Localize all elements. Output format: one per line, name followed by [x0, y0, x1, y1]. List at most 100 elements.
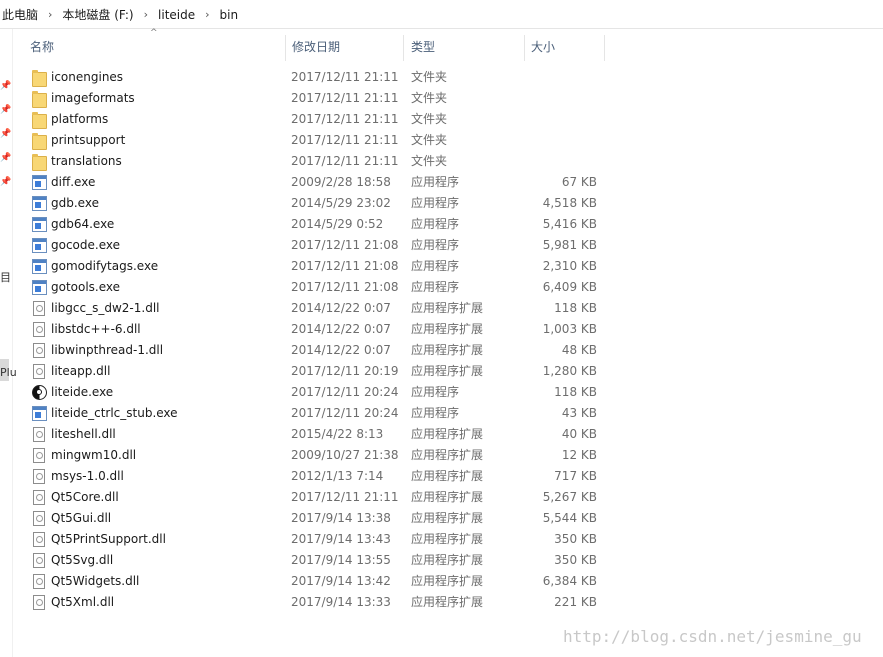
file-row[interactable]: libwinpthread-1.dll 2014/12/22 0:07 应用程序扩展…	[24, 340, 614, 361]
file-size: 1,003 KB	[542, 322, 597, 336]
file-type: 文件夹	[411, 70, 448, 84]
file-name: gomodifytags.exe	[51, 259, 159, 273]
file-size: 350 KB	[554, 532, 597, 546]
pin-icon[interactable]: 📌	[0, 153, 11, 163]
file-modified-date: 2017/9/14 13:55	[291, 553, 391, 567]
breadcrumb-liteide[interactable]: liteide	[156, 8, 197, 22]
file-size: 350 KB	[554, 553, 597, 567]
file-type: 文件夹	[411, 112, 448, 126]
file-modified-date: 2017/9/14 13:43	[291, 532, 391, 546]
file-name: gocode.exe	[51, 238, 120, 252]
file-row[interactable]: Qt5Xml.dll 2017/9/14 13:33 应用程序扩展 221 KB	[24, 592, 614, 613]
file-row[interactable]: gotools.exe 2017/12/11 21:08 应用程序 6,409 KB	[24, 277, 614, 298]
file-row[interactable]: Qt5Svg.dll 2017/9/14 13:55 应用程序扩展 350 KB	[24, 550, 614, 571]
breadcrumb-drive-f[interactable]: 本地磁盘 (F:)	[60, 6, 135, 23]
file-modified-date: 2009/10/27 21:38	[291, 448, 399, 462]
breadcrumb-this-pc[interactable]: 此电脑	[0, 6, 40, 23]
file-type: 文件夹	[411, 91, 448, 105]
file-name: liteide.exe	[51, 385, 114, 399]
file-row[interactable]: iconengines 2017/12/11 21:11 文件夹	[24, 67, 614, 88]
file-size: 4,518 KB	[542, 196, 597, 210]
column-header-date[interactable]: 修改日期	[286, 35, 404, 61]
address-bar[interactable]: 此电脑 › 本地磁盘 (F:) › liteide › bin	[0, 0, 883, 29]
file-modified-date: 2017/12/11 21:11	[291, 91, 399, 105]
file-row[interactable]: Qt5Widgets.dll 2017/9/14 13:42 应用程序扩展 6,384…	[24, 571, 614, 592]
dll-icon	[33, 448, 45, 463]
exe-icon	[32, 259, 47, 274]
file-type: 应用程序扩展	[411, 322, 484, 336]
file-size: 6,384 KB	[542, 574, 597, 588]
folder-icon	[32, 91, 47, 108]
file-row[interactable]: Qt5Gui.dll 2017/9/14 13:38 应用程序扩展 5,544 KB	[24, 508, 614, 529]
file-modified-date: 2017/12/11 21:11	[291, 70, 399, 84]
file-modified-date: 2014/12/22 0:07	[291, 343, 391, 357]
file-modified-date: 2014/5/29 23:02	[291, 196, 391, 210]
file-row[interactable]: gdb64.exe 2014/5/29 0:52 应用程序 5,416 KB	[24, 214, 614, 235]
file-size: 1,280 KB	[542, 364, 597, 378]
chevron-right-icon[interactable]: ›	[40, 8, 60, 21]
file-size: 221 KB	[554, 595, 597, 609]
file-size: 5,267 KB	[542, 490, 597, 504]
file-row[interactable]: gocode.exe 2017/12/11 21:08 应用程序 5,981 KB	[24, 235, 614, 256]
file-modified-date: 2017/12/11 20:24	[291, 385, 399, 399]
breadcrumb-bin[interactable]: bin	[218, 8, 241, 22]
file-row[interactable]: gdb.exe 2014/5/29 23:02 应用程序 4,518 KB	[24, 193, 614, 214]
file-modified-date: 2017/12/11 21:08	[291, 280, 399, 294]
column-header-type[interactable]: 类型	[405, 35, 525, 61]
file-row[interactable]: imageformats 2017/12/11 21:11 文件夹	[24, 88, 614, 109]
nav-item-fragment[interactable]: 目	[0, 269, 11, 285]
file-row[interactable]: Qt5PrintSupport.dll 2017/9/14 13:43 应用程序扩展…	[24, 529, 614, 550]
file-modified-date: 2017/12/11 20:19	[291, 364, 399, 378]
file-row[interactable]: liteide.exe 2017/12/11 20:24 应用程序 118 KB	[24, 382, 614, 403]
file-row[interactable]: printsupport 2017/12/11 21:11 文件夹	[24, 130, 614, 151]
file-name: liteshell.dll	[51, 427, 116, 441]
pin-icon[interactable]: 📌	[0, 129, 11, 139]
pin-icon[interactable]: 📌	[0, 81, 11, 91]
file-size: 118 KB	[554, 301, 597, 315]
file-row[interactable]: translations 2017/12/11 21:11 文件夹	[24, 151, 614, 172]
pin-icon[interactable]: 📌	[0, 177, 11, 187]
column-header-name[interactable]: 名称	[24, 35, 286, 61]
file-row[interactable]: mingwm10.dll 2009/10/27 21:38 应用程序扩展 12 KB	[24, 445, 614, 466]
column-header-size[interactable]: 大小	[525, 35, 605, 61]
file-modified-date: 2017/12/11 21:11	[291, 133, 399, 147]
file-name: diff.exe	[51, 175, 96, 189]
file-size: 43 KB	[561, 406, 597, 420]
exe-icon	[32, 196, 47, 211]
file-row[interactable]: libstdc++-6.dll 2014/12/22 0:07 应用程序扩展 1,00…	[24, 319, 614, 340]
file-row[interactable]: gomodifytags.exe 2017/12/11 21:08 应用程序 2,31…	[24, 256, 614, 277]
nav-item-fragment[interactable]: Plu	[0, 366, 17, 379]
file-type: 应用程序	[411, 259, 460, 273]
file-row[interactable]: msys-1.0.dll 2012/1/13 7:14 应用程序扩展 717 KB	[24, 466, 614, 487]
file-name: liteide_ctrlc_stub.exe	[51, 406, 178, 420]
file-modified-date: 2017/12/11 21:08	[291, 238, 399, 252]
file-modified-date: 2014/12/22 0:07	[291, 301, 391, 315]
file-modified-date: 2014/12/22 0:07	[291, 322, 391, 336]
file-name: liteapp.dll	[51, 364, 111, 378]
folder-icon	[32, 133, 47, 150]
file-type: 应用程序扩展	[411, 574, 484, 588]
file-name: iconengines	[51, 70, 124, 84]
file-type: 应用程序扩展	[411, 511, 484, 525]
chevron-right-icon[interactable]: ›	[136, 8, 156, 21]
file-row[interactable]: Qt5Core.dll 2017/12/11 21:11 应用程序扩展 5,267 K…	[24, 487, 614, 508]
pin-icon[interactable]: 📌	[0, 105, 11, 115]
chevron-right-icon[interactable]: ›	[197, 8, 217, 21]
file-size: 118 KB	[554, 385, 597, 399]
file-modified-date: 2017/9/14 13:33	[291, 595, 391, 609]
file-name: Qt5Gui.dll	[51, 511, 112, 525]
file-name: imageformats	[51, 91, 135, 105]
file-modified-date: 2017/12/11 21:11	[291, 490, 399, 504]
file-row[interactable]: diff.exe 2009/2/28 18:58 应用程序 67 KB	[24, 172, 614, 193]
dll-icon	[33, 427, 45, 442]
file-type: 应用程序扩展	[411, 427, 484, 441]
file-type: 应用程序	[411, 175, 460, 189]
file-row[interactable]: libgcc_s_dw2-1.dll 2014/12/22 0:07 应用程序扩展 1…	[24, 298, 614, 319]
file-modified-date: 2017/12/11 21:08	[291, 259, 399, 273]
file-row[interactable]: liteapp.dll 2017/12/11 20:19 应用程序扩展 1,280 K…	[24, 361, 614, 382]
file-row[interactable]: liteshell.dll 2015/4/22 8:13 应用程序扩展 40 KB	[24, 424, 614, 445]
file-row[interactable]: liteide_ctrlc_stub.exe 2017/12/11 20:24 应用…	[24, 403, 614, 424]
yinyang-icon	[32, 385, 47, 400]
file-row[interactable]: platforms 2017/12/11 21:11 文件夹	[24, 109, 614, 130]
file-name: mingwm10.dll	[51, 448, 137, 462]
